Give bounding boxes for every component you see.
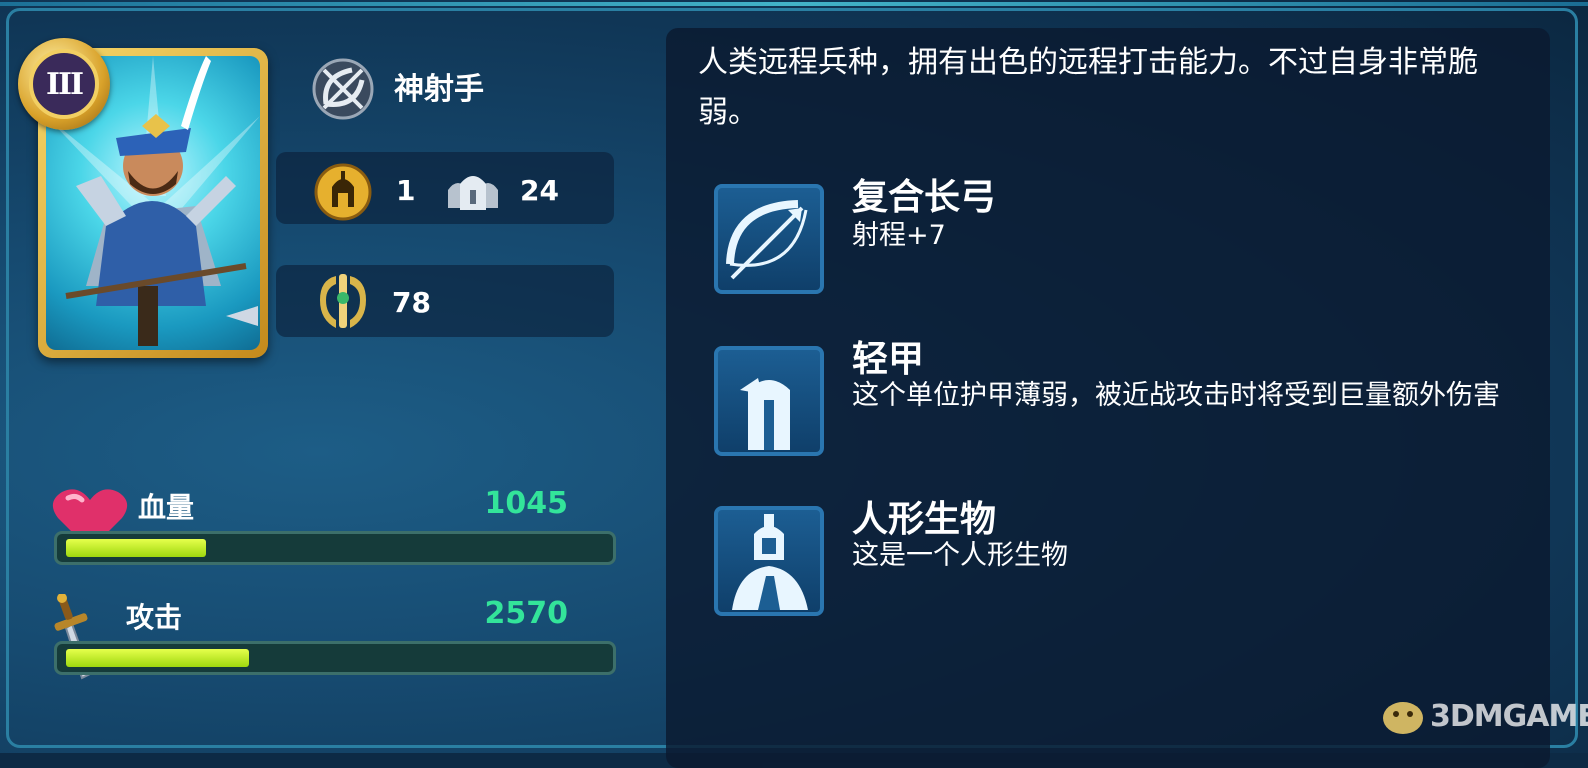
unit-name: 神射手: [394, 72, 484, 107]
rank-badge: III: [18, 38, 110, 130]
bow-arrow-glyph: [726, 200, 808, 280]
power-value: 78: [392, 286, 431, 319]
power-emblem-icon: [320, 274, 366, 328]
helmeted-warrior-glyph: [732, 514, 808, 610]
composite-bow-icon[interactable]: [714, 184, 824, 294]
trait-title: 复合长弓: [852, 177, 997, 218]
hp-bar-fill: [66, 539, 206, 557]
attack-label: 攻击: [126, 601, 183, 634]
hp-value: 1045: [484, 486, 569, 521]
rank-numeral: III: [29, 49, 99, 119]
trait-text: 这是一个人形生物: [852, 540, 1068, 571]
unit-description: 人类远程兵种，拥有出色的远程打击能力。不过自身非常脆弱。: [698, 45, 1478, 130]
bow-crossed-icon: [312, 58, 374, 120]
trait-text: 这个单位护甲薄弱，被近战攻击时将受到巨量额外伤害: [852, 380, 1500, 411]
attack-value: 2570: [484, 596, 569, 631]
armor-glyph: [740, 378, 790, 450]
trait-text: 射程+7: [852, 220, 946, 251]
attack-bar-fill: [66, 649, 249, 667]
hp-label: 血量: [138, 491, 195, 524]
humanoid-icon[interactable]: [714, 506, 824, 616]
troop-count-value: 24: [520, 174, 559, 207]
light-armor-icon[interactable]: [714, 346, 824, 456]
watermark-text: 3DMGAME: [1430, 698, 1588, 734]
spartan-helmet-icon: [314, 163, 372, 221]
unit-count-value: 1: [396, 174, 416, 207]
troops-helmets-icon: [448, 176, 498, 210]
top-divider: [0, 2, 1588, 6]
watermark: 3DMGAME: [1380, 696, 1588, 736]
watermark-logo-icon: [1383, 702, 1423, 734]
